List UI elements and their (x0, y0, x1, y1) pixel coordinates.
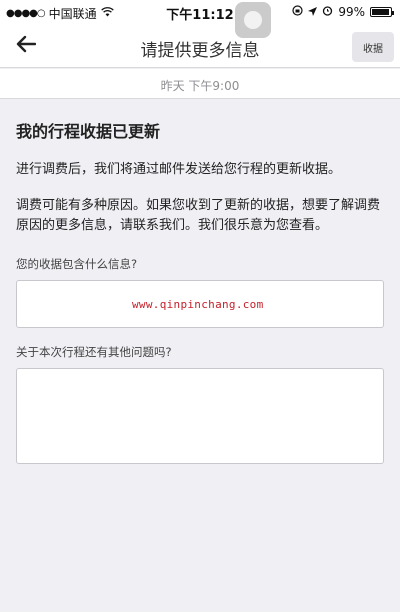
page-title: 请提供更多信息 (140, 41, 260, 61)
message-content: 我的行程收据已更新 进行调费后，我们将通过邮件发送给您行程的更新收据。 调费可能… (16, 118, 386, 464)
assistive-touch-button[interactable] (235, 2, 271, 38)
q1-label: 您的收据包含什么信息? (16, 257, 138, 271)
location-icon (308, 5, 318, 19)
status-right: 99% (292, 5, 394, 19)
q2-label: 关于本次行程还有其他问题吗? (16, 345, 172, 359)
alarm-icon (322, 5, 333, 19)
battery-icon (370, 7, 394, 17)
other-questions-input[interactable] (16, 368, 384, 464)
battery-percent: 99% (338, 5, 365, 19)
receipt-button[interactable]: 收据 (352, 32, 394, 62)
watermark-text: www.qinpinchang.com (132, 298, 264, 311)
message-paragraph-2: 调费可能有多种原因。如果您收到了更新的收据，想要了解调费原因的更多信息，请联系我… (16, 198, 381, 233)
status-bar: ●●●●○ 中国联通 下午11:12 99% (0, 0, 400, 24)
message-heading: 我的行程收据已更新 (16, 122, 161, 141)
rotation-lock-icon (292, 5, 303, 19)
back-button[interactable] (10, 32, 42, 60)
message-timestamp: 昨天 下午9:00 (0, 69, 400, 99)
back-arrow-icon (16, 35, 37, 57)
message-paragraph-1: 进行调费后，我们将通过邮件发送给您行程的更新收据。 (16, 162, 342, 177)
navigation-bar: 请提供更多信息 收据 (0, 24, 400, 68)
